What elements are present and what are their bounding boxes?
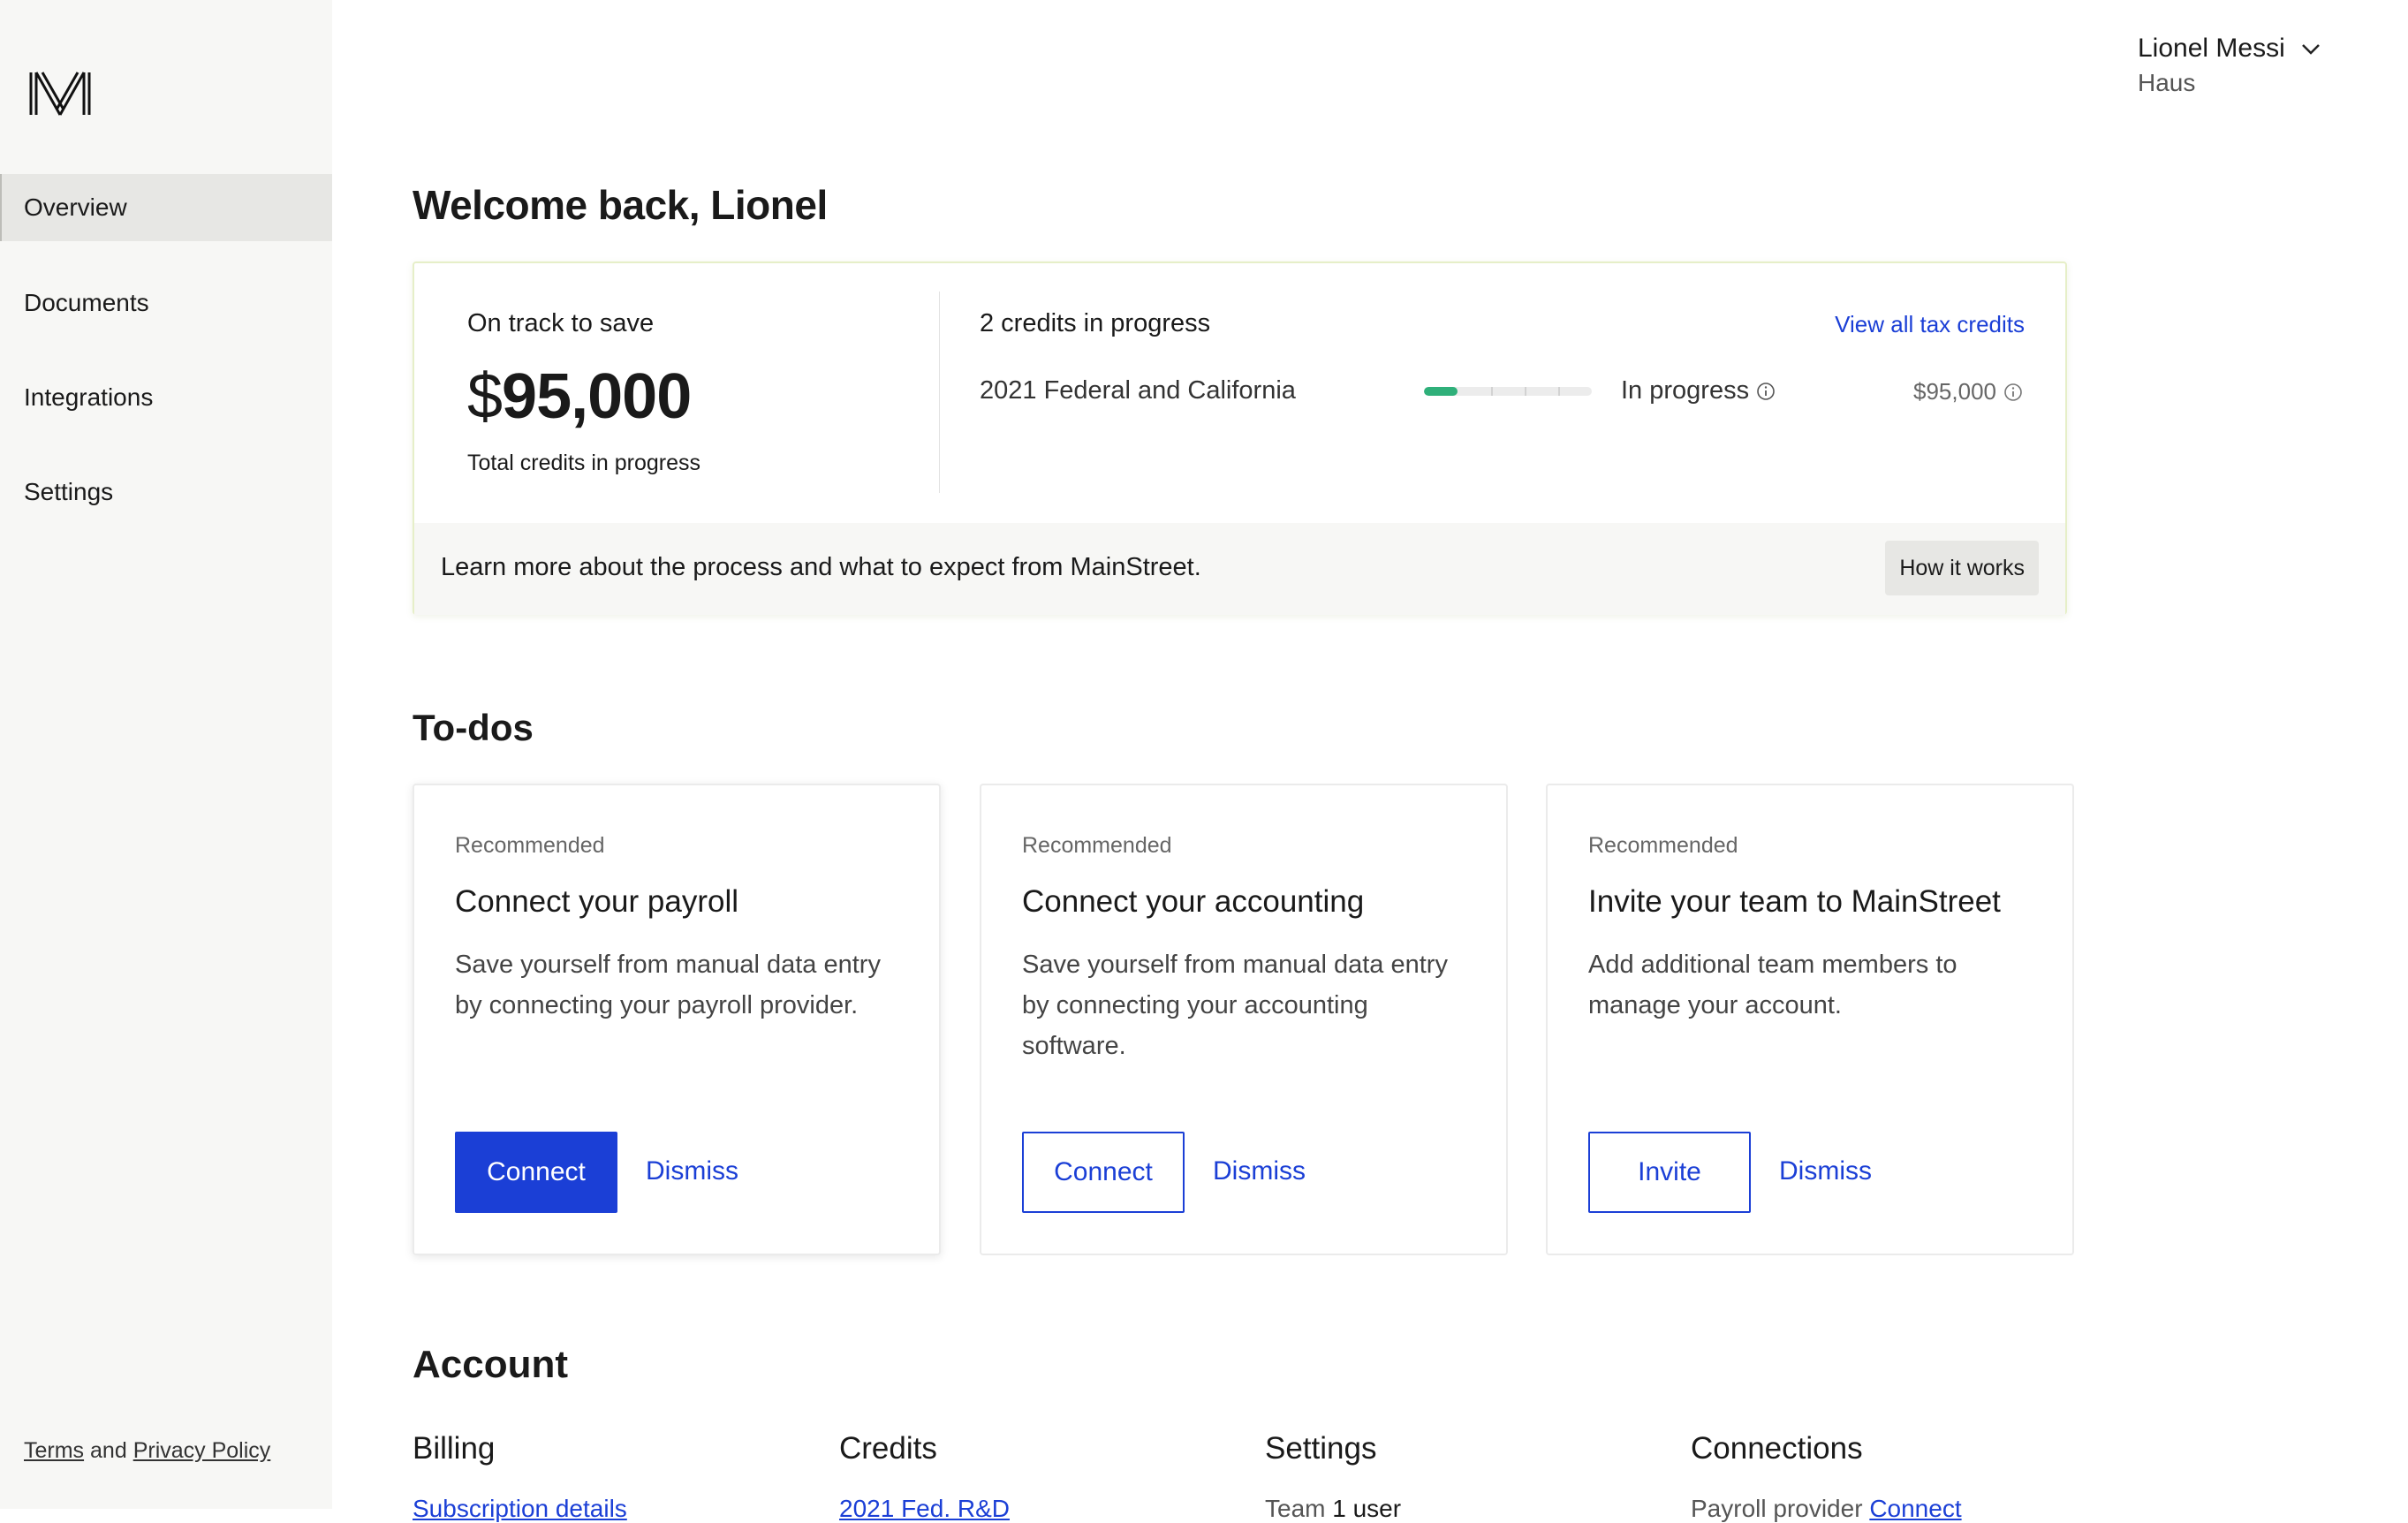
sidebar-item-label: Settings (24, 478, 114, 505)
progress-tick (1491, 387, 1493, 396)
account-billing-row: Subscription details (413, 1495, 627, 1523)
savings-sublabel: Total credits in progress (467, 451, 701, 475)
savings-card: On track to save $95,000 Total credits i… (413, 261, 2067, 615)
sidebar-item-settings[interactable]: Settings (0, 458, 332, 526)
account-settings-row: Team 1 user (1265, 1495, 1401, 1523)
user-company: Haus (2138, 69, 2196, 96)
page-title: Welcome back, Lionel (413, 182, 828, 228)
dismiss-accounting-link[interactable]: Dismiss (1213, 1156, 1306, 1186)
account-credits-row: 2021 Fed. R&D (839, 1495, 1010, 1523)
connect-accounting-button[interactable]: Connect (1022, 1132, 1185, 1213)
account-connections-title: Connections (1691, 1431, 1863, 1466)
dismiss-payroll-link[interactable]: Dismiss (646, 1156, 738, 1186)
todo-tag: Recommended (1588, 833, 1738, 858)
credit-status: In progress (1621, 376, 1776, 405)
sidebar-item-integrations[interactable]: Integrations (0, 364, 332, 431)
footer-and-text: and (90, 1438, 127, 1463)
credit-amount: $95,000 (1913, 378, 2023, 405)
currency-symbol: $ (467, 361, 503, 432)
account-credits-title: Credits (839, 1431, 937, 1466)
chevron-down-icon[interactable] (2300, 41, 2321, 58)
sidebar: Overview Documents Integrations Settings… (0, 0, 332, 1509)
todo-tag: Recommended (455, 833, 605, 858)
todo-title: Invite your team to MainStreet (1588, 884, 2001, 919)
account-settings: Settings Team 1 user (1265, 1431, 1401, 1522)
todo-title: Connect your payroll (455, 884, 738, 919)
todo-description: Save yourself from manual data entry by … (455, 951, 881, 1019)
sidebar-item-label: Integrations (24, 383, 154, 411)
card-divider (939, 292, 940, 493)
credits-title: 2 credits in progress (980, 309, 1211, 337)
user-name[interactable]: Lionel Messi (2138, 34, 2285, 64)
account-billing: Billing Subscription details (413, 1431, 627, 1522)
view-all-credits-link[interactable]: View all tax credits (1835, 311, 2025, 338)
card-footer: Learn more about the process and what to… (414, 523, 2065, 615)
terms-link[interactable]: Terms (24, 1438, 84, 1463)
credit-status-label: In progress (1621, 376, 1750, 405)
how-it-works-button[interactable]: How it works (1885, 541, 2039, 595)
todo-card-accounting: Recommended Connect your accounting Save… (980, 784, 1508, 1255)
todos-heading: To-dos (413, 707, 534, 748)
credit-amount-value: $95,000 (1913, 378, 1996, 405)
todo-description: Save yourself from manual data entry by … (1022, 951, 1448, 1060)
progress-tick (1558, 387, 1560, 396)
info-icon[interactable] (2003, 383, 2023, 402)
info-icon[interactable] (1756, 382, 1776, 401)
credit-progress-fill (1424, 387, 1458, 396)
account-billing-title: Billing (413, 1431, 496, 1466)
progress-tick (1525, 387, 1526, 396)
account-settings-title: Settings (1265, 1431, 1377, 1466)
sidebar-item-label: Overview (24, 193, 127, 221)
todo-card-invite-team: Recommended Invite your team to MainStre… (1546, 784, 2074, 1255)
account-credits: Credits 2021 Fed. R&D (839, 1431, 1010, 1522)
connect-payroll-button[interactable]: Connect (455, 1132, 617, 1213)
savings-amount: $95,000 (467, 360, 692, 433)
sidebar-footer: Terms and Privacy Policy (24, 1438, 270, 1464)
todo-title: Connect your accounting (1022, 884, 1365, 919)
logo-m-icon[interactable] (28, 71, 92, 117)
privacy-policy-link[interactable]: Privacy Policy (133, 1438, 271, 1463)
savings-value: 95,000 (502, 361, 692, 432)
sidebar-item-label: Documents (24, 289, 149, 316)
sidebar-item-documents[interactable]: Documents (0, 269, 332, 337)
credit-name: 2021 Federal and California (980, 376, 1296, 405)
sidebar-item-overview[interactable]: Overview (0, 174, 332, 241)
account-connections-row: Payroll provider Connect (1691, 1495, 1962, 1523)
learn-more-text: Learn more about the process and what to… (441, 553, 1201, 581)
todo-tag: Recommended (1022, 833, 1172, 858)
dismiss-invite-link[interactable]: Dismiss (1779, 1156, 1872, 1186)
todo-card-payroll: Recommended Connect your payroll Save yo… (413, 784, 941, 1255)
invite-team-button[interactable]: Invite (1588, 1132, 1751, 1213)
account-connections: Connections Payroll provider Connect (1691, 1431, 1962, 1522)
savings-label: On track to save (467, 309, 655, 337)
credit-progress-bar (1424, 387, 1592, 396)
account-heading: Account (413, 1343, 568, 1386)
todo-description: Add additional team members to manage yo… (1588, 951, 1957, 1019)
